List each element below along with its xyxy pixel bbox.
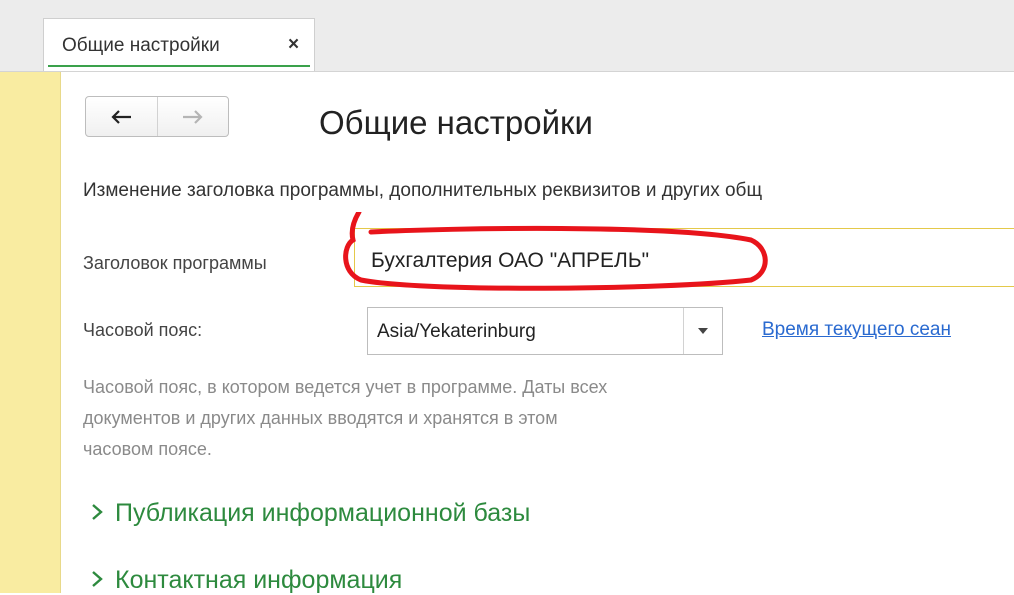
timezone-note: Часовой пояс, в котором ведется учет в п… (83, 372, 903, 465)
main-content: Общие настройки Изменение заголовка прог… (61, 72, 1014, 595)
side-panel (0, 72, 61, 593)
arrow-right-icon (182, 109, 203, 124)
timezone-value: Asia/Yekaterinburg (377, 321, 536, 342)
forward-button[interactable] (156, 97, 229, 136)
program-title-label: Заголовок программы (83, 253, 267, 273)
timezone-select[interactable]: Asia/Yekaterinburg (367, 307, 723, 355)
session-time-link[interactable]: Время текущего сеан (762, 319, 951, 341)
arrow-left-icon (111, 109, 132, 124)
chevron-right-icon (91, 566, 115, 595)
section-label: Контактная информация (115, 566, 403, 594)
page-title: Общие настройки (319, 104, 593, 141)
tab-active-indicator (48, 65, 310, 67)
page-description: Изменение заголовка программы, дополните… (83, 180, 763, 201)
section-label: Публикация информационной базы (115, 499, 531, 527)
back-button[interactable] (86, 97, 157, 136)
timezone-note-line: документов и других данных вводятся и хр… (83, 408, 558, 428)
dropdown-button[interactable] (683, 308, 722, 354)
tab-bar: Общие настройки × (0, 0, 1014, 72)
navigation-buttons (85, 96, 229, 137)
timezone-note-line: часовом поясе. (83, 439, 212, 459)
tab-general-settings[interactable]: Общие настройки × (43, 18, 315, 71)
program-title-value: Бухгалтерия ОАО "АПРЕЛЬ" (371, 249, 650, 272)
timezone-note-line: Часовой пояс, в котором ведется учет в п… (83, 377, 608, 397)
chevron-right-icon (91, 499, 115, 528)
section-publication[interactable]: Публикация информационной базы (91, 499, 530, 528)
close-icon[interactable]: × (288, 34, 299, 56)
program-title-input[interactable]: Бухгалтерия ОАО "АПРЕЛЬ" (354, 228, 1014, 287)
chevron-down-icon (698, 328, 708, 334)
tab-label: Общие настройки (62, 35, 220, 56)
timezone-label: Часовой пояс: (83, 320, 203, 340)
section-contact-info[interactable]: Контактная информация (91, 566, 402, 595)
